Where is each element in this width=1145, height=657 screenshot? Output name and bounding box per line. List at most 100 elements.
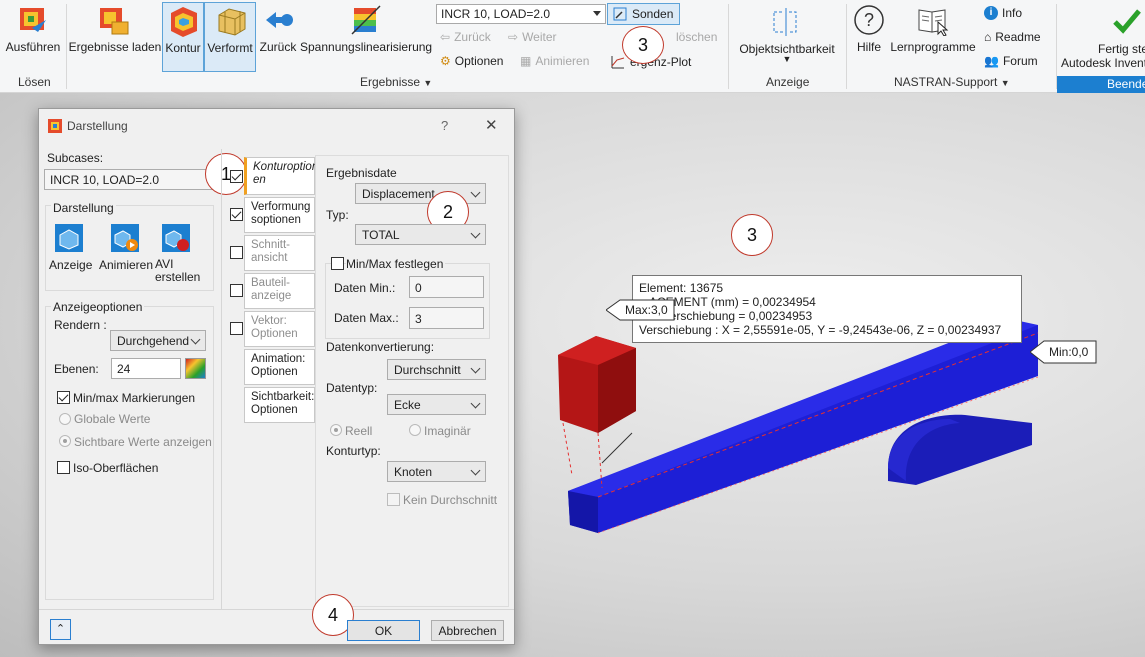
dropdown-triangle-icon[interactable]: ▼: [1001, 78, 1010, 88]
contour-options-checkbox[interactable]: [230, 170, 243, 183]
forward-small-button[interactable]: ⇨ Weiter: [508, 30, 557, 44]
datatype-value: Ecke: [394, 398, 421, 412]
animate-view-button[interactable]: Animieren: [99, 223, 153, 283]
data-min-label: Daten Min.:: [334, 281, 396, 295]
forum-label: Forum: [1002, 54, 1038, 68]
tab-animation-options[interactable]: Animation: Optionen: [244, 349, 315, 385]
tab-label: Sichtbarkeit:: [251, 391, 315, 403]
probes-button[interactable]: Sonden: [607, 3, 681, 25]
back-small-label: Zurück: [454, 30, 491, 44]
forward-small-label: Weiter: [522, 30, 557, 44]
book-icon: [918, 9, 949, 36]
real-label: Reell: [345, 424, 373, 438]
part-display-checkbox[interactable]: [230, 284, 243, 297]
back-button[interactable]: Zurück: [256, 2, 300, 62]
display-group-label: Darstellung: [51, 201, 116, 215]
close-icon[interactable]: ✕: [485, 116, 498, 134]
tip-line-displacement: ...ACEMENT (mm) = 0,00234954: [639, 295, 816, 309]
people-icon: 👥: [984, 54, 999, 68]
imaginary-radio[interactable]: [409, 424, 421, 436]
info-label: Info: [1002, 6, 1023, 20]
nastran-group-label: NASTRAN-Support ▼: [894, 75, 1010, 89]
contour-type-dropdown[interactable]: Knoten: [387, 461, 486, 482]
chevron-down-icon: [470, 465, 481, 476]
animate-button[interactable]: ▦ Animieren: [520, 54, 589, 68]
info-button[interactable]: i Info: [984, 6, 1022, 20]
visible-values-radio[interactable]: [59, 435, 71, 447]
color-scale-icon[interactable]: [185, 358, 206, 379]
deformed-outline: [562, 422, 603, 489]
section-view-checkbox[interactable]: [230, 246, 243, 259]
tab-visibility-options[interactable]: Sichtbarkeit: Optionen: [244, 387, 315, 423]
deformed-button[interactable]: Verformt: [204, 2, 256, 72]
global-values-label: Globale Werte: [74, 412, 151, 426]
render-dropdown[interactable]: Durchgehend: [110, 330, 206, 351]
data-conversion-label: Datenkonvertierung:: [326, 340, 435, 354]
ribbon-toolbar: Ausführen Lösen Ergebnisse laden Kontur …: [0, 0, 1145, 93]
tutorials-button[interactable]: Lernprogramme: [888, 2, 978, 62]
load-results-button[interactable]: Ergebnisse laden: [68, 2, 162, 62]
contour-button[interactable]: Kontur: [162, 2, 204, 72]
back-small-button[interactable]: ⇦ Zurück: [440, 30, 491, 44]
subcase-field[interactable]: INCR 10, LOAD=2.0: [44, 169, 214, 190]
avi-create-label: AVI erstellen: [155, 258, 200, 284]
dropdown-triangle-icon[interactable]: ▼: [423, 78, 432, 88]
data-min-input[interactable]: 0: [409, 276, 484, 298]
data-conversion-dropdown[interactable]: Durchschnitt: [387, 359, 486, 380]
finish-button[interactable]: Fertig ste Autodesk Invent: [1058, 2, 1145, 70]
forum-button[interactable]: 👥 Forum: [984, 54, 1038, 68]
column-divider: [221, 149, 222, 609]
delete-probes-button[interactable]: löschen: [676, 30, 717, 44]
tab-section-view[interactable]: Schnitt- ansicht: [244, 235, 315, 271]
finish-group-label: Beende: [1107, 77, 1145, 91]
tab-label: Optionen: [251, 366, 298, 378]
datatype-dropdown[interactable]: Ecke: [387, 394, 486, 415]
forward-small-icon: ⇨: [508, 30, 519, 44]
cancel-button[interactable]: Abbrechen: [431, 620, 504, 641]
options-label: Optionen: [454, 54, 504, 68]
global-values-radio[interactable]: [59, 413, 71, 425]
help-button[interactable]: ? Hilfe: [850, 2, 888, 62]
solve-button[interactable]: Ausführen: [2, 2, 64, 62]
avi-create-button[interactable]: AVI erstellen: [155, 223, 200, 289]
tab-label: anzeige: [251, 290, 292, 302]
readme-button[interactable]: ⌂ Readme: [984, 30, 1041, 44]
tab-deformation-options[interactable]: Verformung soptionen: [244, 197, 315, 233]
help-icon[interactable]: ?: [441, 118, 448, 133]
callout-3-view: 3: [731, 214, 773, 256]
tab-part-display[interactable]: Bauteil- anzeige: [244, 273, 315, 309]
no-average-label: Kein Durchschnitt: [403, 493, 498, 507]
avi-create-icon: [162, 224, 190, 252]
tab-label: en: [253, 174, 266, 186]
display-group-label: Anzeige: [766, 75, 810, 89]
tab-vector-options[interactable]: Vektor: Optionen: [244, 311, 315, 347]
dialog-app-icon: [48, 119, 62, 133]
contour-icon: [171, 7, 197, 37]
render-label: Rendern :: [54, 318, 107, 332]
levels-input[interactable]: 24: [111, 358, 181, 379]
nastran-group-text: NASTRAN-Support: [894, 75, 998, 89]
separator: [728, 4, 729, 89]
collapse-chevrons-icon[interactable]: ⌃: [50, 619, 71, 640]
gear-icon: ⚙: [440, 54, 451, 68]
minmax-markers-checkbox[interactable]: [57, 391, 70, 404]
stress-linearization-button[interactable]: Spannungslinearisierung: [300, 2, 432, 62]
data-conversion-value: Durchschnitt: [394, 363, 461, 377]
object-visibility-button[interactable]: Objektsichtbarkeit ▼: [734, 2, 840, 68]
options-button[interactable]: ⚙ Optionen: [440, 54, 503, 68]
iso-surfaces-checkbox[interactable]: [57, 461, 70, 474]
probe-icon: [613, 7, 627, 21]
real-radio[interactable]: [330, 424, 342, 436]
tab-contour-options[interactable]: Konturoption en: [244, 157, 318, 195]
ok-button[interactable]: OK: [347, 620, 420, 641]
fix-minmax-checkbox[interactable]: [331, 257, 344, 270]
deformation-options-checkbox[interactable]: [230, 208, 243, 221]
data-max-input[interactable]: 3: [409, 307, 484, 329]
increment-combo[interactable]: INCR 10, LOAD=2.0: [436, 4, 606, 24]
display-view-button[interactable]: Anzeige: [49, 223, 92, 283]
vector-options-checkbox[interactable]: [230, 322, 243, 335]
type-dropdown[interactable]: TOTAL: [355, 224, 486, 245]
tab-label: Verformung: [251, 201, 311, 213]
checkmark-icon: [1113, 9, 1141, 34]
no-average-checkbox[interactable]: [387, 493, 400, 506]
